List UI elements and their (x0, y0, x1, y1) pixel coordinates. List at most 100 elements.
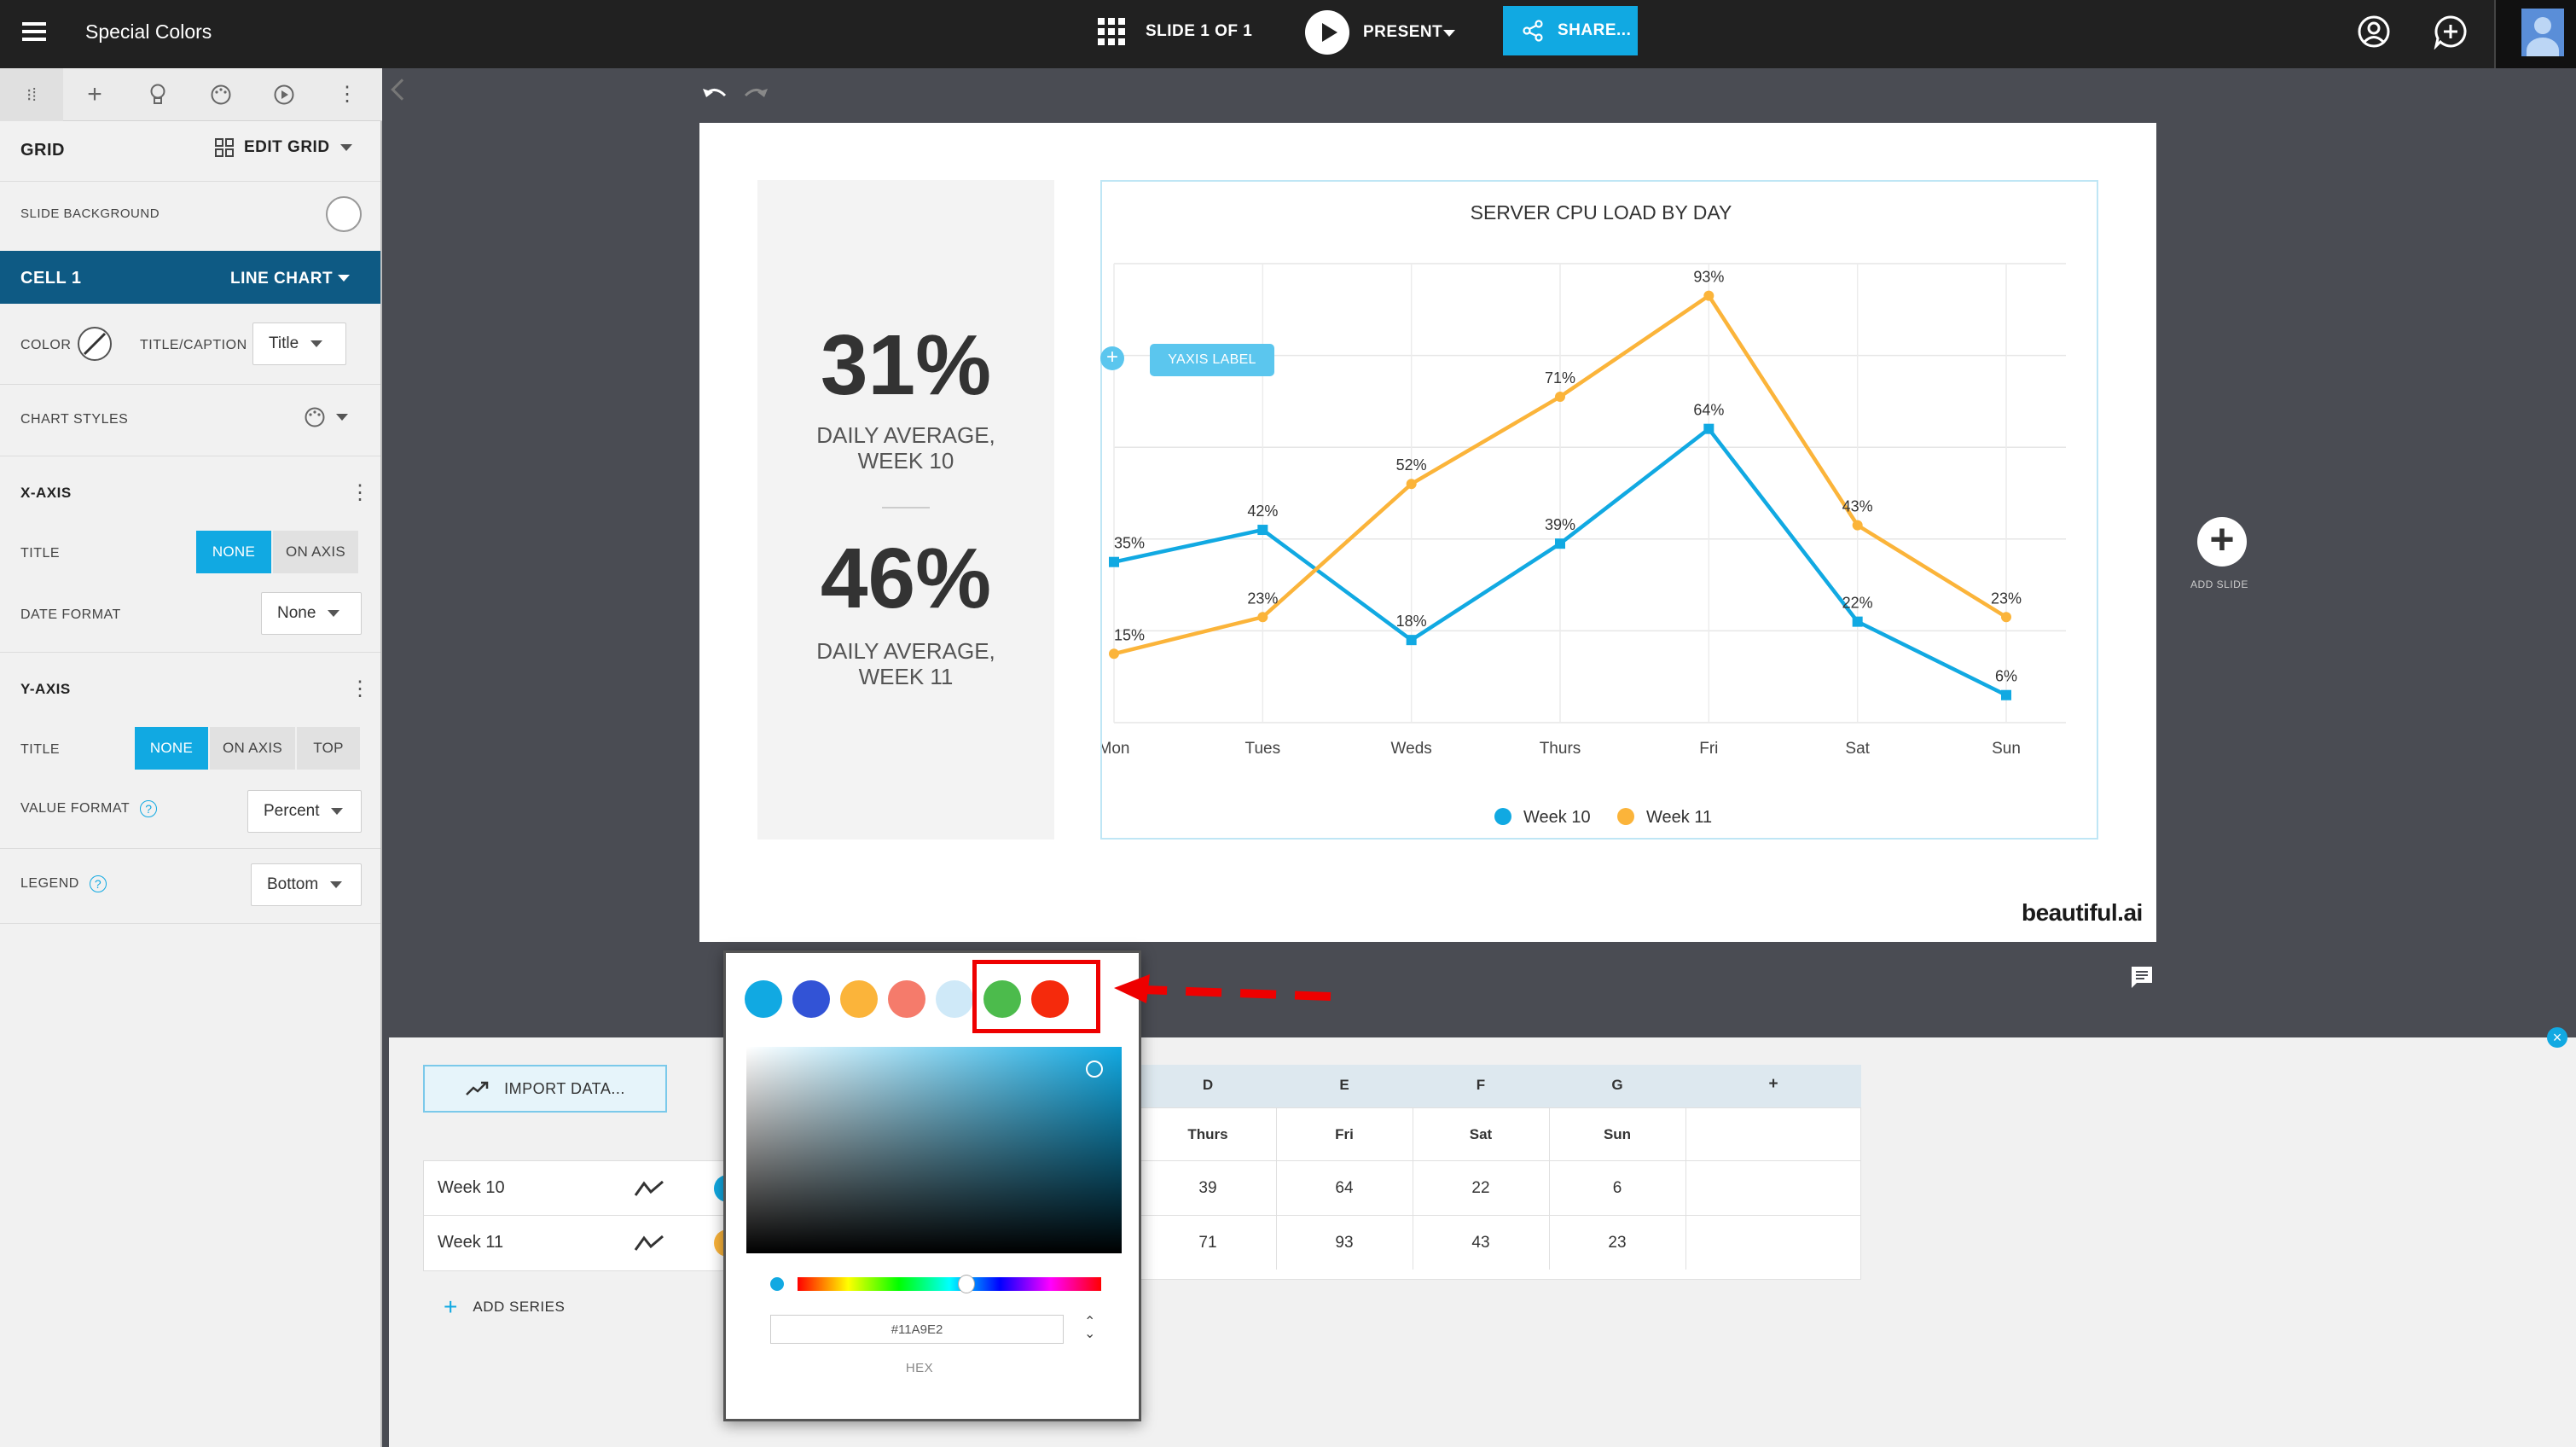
data-label: 64% (1693, 402, 1724, 419)
legend-marker (1494, 808, 1511, 825)
speaker-notes-icon[interactable] (2129, 964, 2155, 990)
tab-ideas[interactable] (126, 68, 189, 121)
edit-grid-button[interactable]: EDIT GRID (215, 138, 352, 157)
hue-slider[interactable] (798, 1275, 1101, 1293)
grid-cell[interactable]: Sun (1549, 1126, 1685, 1143)
hue-handle[interactable] (958, 1275, 975, 1293)
hex-input[interactable]: #11A9E2 (770, 1315, 1064, 1344)
data-point (1555, 538, 1565, 549)
help-icon[interactable]: ? (140, 800, 158, 817)
grid-cell[interactable]: 39 (1140, 1179, 1276, 1198)
color-swatch[interactable] (888, 980, 925, 1018)
hex-mode-stepper[interactable]: ⌃ ⌄ (1084, 1316, 1095, 1341)
collapse-sidebar-icon[interactable] (391, 78, 413, 101)
close-panel-icon[interactable]: × (2547, 1027, 2567, 1048)
present-button[interactable]: PRESENT (1305, 9, 1467, 56)
column-header[interactable]: D (1140, 1077, 1276, 1094)
grid-icon[interactable] (1098, 18, 1125, 45)
x-tick-label: Tues (1245, 740, 1281, 758)
tab-layout[interactable]: ⁝⁞ (0, 68, 63, 121)
data-label: 71% (1545, 369, 1575, 386)
comment-add-icon[interactable] (2433, 14, 2469, 49)
x-axis-title-none[interactable]: NONE (196, 531, 271, 573)
y-axis-title-top[interactable]: TOP (297, 727, 360, 770)
help-icon[interactable]: ? (89, 875, 107, 892)
share-button[interactable]: SHARE... (1503, 6, 1638, 55)
saturation-picker[interactable] (746, 1047, 1122, 1253)
menu-icon[interactable] (22, 22, 46, 41)
title-caption-dropdown[interactable]: Title (252, 323, 346, 365)
grid-cell[interactable]: 23 (1549, 1234, 1685, 1252)
avatar[interactable] (2494, 0, 2576, 68)
import-data-label: IMPORT DATA... (504, 1079, 625, 1097)
tab-animation[interactable] (252, 68, 316, 121)
grid-cell[interactable]: Sat (1413, 1126, 1549, 1143)
chart-title: SERVER CPU LOAD BY DAY (1471, 201, 1732, 224)
legend-dropdown[interactable]: Bottom (251, 863, 362, 906)
grid-cell[interactable]: 71 (1140, 1234, 1276, 1252)
grid-cell[interactable]: Fri (1276, 1126, 1413, 1143)
grid-cell[interactable]: 64 (1276, 1179, 1413, 1198)
cell-header[interactable]: CELL 1 LINE CHART (0, 251, 380, 304)
column-header[interactable]: G (1549, 1077, 1685, 1094)
date-format-dropdown[interactable]: None (261, 592, 362, 635)
value-format-label: VALUE FORMAT (20, 801, 131, 816)
play-icon (1305, 10, 1349, 55)
column-header[interactable]: E (1276, 1077, 1413, 1094)
chevron-down-icon (328, 610, 340, 617)
data-label: 22% (1842, 595, 1873, 612)
data-label: 39% (1545, 516, 1575, 533)
line-chart[interactable]: SERVER CPU LOAD BY DAY Mon Tues Weds Thurs Fr… (1102, 182, 2100, 841)
grid-cell[interactable]: 43 (1413, 1234, 1549, 1252)
present-label: PRESENT (1363, 23, 1443, 41)
x-axis-more-icon[interactable]: ⋮ (350, 483, 370, 503)
y-axis-more-icon[interactable]: ⋮ (350, 679, 370, 700)
grid-cell[interactable]: Thurs (1140, 1126, 1276, 1143)
add-slide-button[interactable]: + (2197, 517, 2247, 567)
data-label: 93% (1693, 269, 1724, 286)
x-tick-label: Weds (1391, 740, 1432, 758)
redo-icon[interactable] (742, 84, 769, 104)
color-swatch[interactable] (840, 980, 878, 1018)
color-swatch[interactable] (936, 980, 973, 1018)
tab-add[interactable]: + (63, 68, 126, 121)
line-chart-icon[interactable] (634, 1178, 664, 1199)
user-circle-icon[interactable] (2356, 14, 2392, 49)
value-format-row: VALUE FORMAT ? (20, 800, 158, 817)
x-axis-title-label: TITLE (20, 546, 61, 561)
title-caption-value: Title (269, 334, 299, 352)
yaxis-label-button[interactable]: YAXIS LABEL (1150, 344, 1274, 376)
cell-type: LINE CHART (230, 270, 334, 288)
data-point (1109, 648, 1119, 660)
saturation-handle[interactable] (1086, 1061, 1103, 1078)
value-format-dropdown[interactable]: Percent (247, 790, 362, 833)
grid-cell[interactable]: 6 (1549, 1179, 1685, 1198)
y-axis-title-none[interactable]: NONE (135, 727, 208, 770)
data-point (1703, 290, 1714, 301)
line-chart-cell[interactable]: SERVER CPU LOAD BY DAY Mon Tues Weds Thurs Fr… (1100, 180, 2098, 840)
import-data-button[interactable]: IMPORT DATA... (423, 1065, 667, 1113)
add-column-button[interactable]: + (1685, 1075, 1861, 1094)
color-swatch[interactable] (745, 980, 782, 1018)
add-series-button[interactable]: + ADD SERIES (444, 1295, 565, 1319)
more-options-icon[interactable]: ⋮ (316, 68, 379, 121)
undo-icon[interactable] (701, 84, 728, 104)
divider (0, 848, 380, 849)
color-swatch[interactable] (792, 980, 830, 1018)
line-chart-icon[interactable] (634, 1233, 664, 1253)
grid-cell[interactable]: 93 (1276, 1234, 1413, 1252)
data-point (2001, 689, 2011, 700)
stats-panel[interactable]: 31% DAILY AVERAGE, WEEK 10 46% DAILY AVE… (757, 180, 1054, 840)
tab-theme[interactable] (189, 68, 252, 121)
column-header[interactable]: F (1413, 1077, 1549, 1094)
x-axis-title-on-axis[interactable]: ON AXIS (273, 531, 358, 573)
y-axis-title-on-axis[interactable]: ON AXIS (210, 727, 295, 770)
data-point (1555, 392, 1565, 403)
slide-background-swatch[interactable] (326, 196, 362, 232)
color-picker-swatch[interactable] (77, 326, 113, 362)
grid-cell[interactable]: 22 (1413, 1179, 1549, 1198)
chart-styles-dropdown[interactable] (304, 406, 348, 428)
divider (0, 652, 380, 653)
yaxis-label-add-icon[interactable]: + (1100, 346, 1124, 370)
data-label: 23% (1247, 590, 1278, 607)
